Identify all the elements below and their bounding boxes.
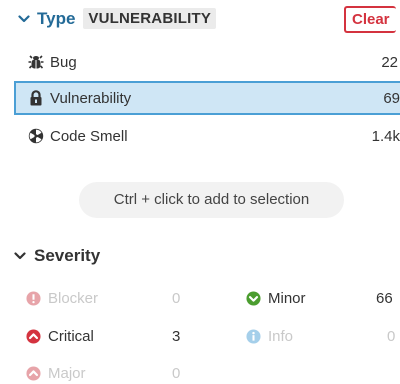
- info-icon: [246, 328, 268, 344]
- severity-facet-title: Severity: [34, 246, 101, 265]
- facet-item-code-smell[interactable]: Code Smell 1.4k: [14, 119, 400, 153]
- severity-count: 66: [376, 289, 393, 307]
- severity-item-info[interactable]: Info 0: [246, 325, 400, 347]
- severity-count: 0: [387, 327, 396, 345]
- major-icon: [26, 365, 48, 381]
- severity-item-major[interactable]: Major 0: [26, 362, 226, 384]
- severity-label: Minor: [268, 289, 306, 307]
- severity-label: Major: [48, 364, 86, 382]
- severity-label: Critical: [48, 327, 94, 345]
- critical-icon: [26, 328, 48, 344]
- facet-item-count: 1.4k: [371, 127, 400, 145]
- code-smell-icon: [28, 128, 50, 144]
- facet-item-bug[interactable]: Bug 22: [14, 45, 400, 79]
- severity-count: 0: [172, 289, 181, 307]
- severity-label: Info: [268, 327, 294, 345]
- clear-button[interactable]: Clear: [344, 6, 396, 33]
- severity-item-critical[interactable]: Critical 3: [26, 325, 226, 347]
- minor-icon: [246, 290, 268, 306]
- facet-item-count: 69: [383, 89, 400, 107]
- type-facet-title: Type: [37, 8, 76, 28]
- facet-item-vulnerability[interactable]: Vulnerability 69: [14, 81, 400, 115]
- severity-count: 0: [172, 364, 181, 382]
- selected-type-badge: VULNERABILITY: [83, 8, 217, 29]
- facet-item-count: 22: [381, 53, 398, 71]
- facet-item-label: Code Smell: [50, 127, 128, 145]
- chevron-down-icon: [14, 250, 26, 262]
- lock-icon: [28, 90, 50, 106]
- facet-item-label: Bug: [50, 53, 77, 71]
- severity-count: 3: [172, 327, 181, 345]
- severity-facet-header[interactable]: Severity: [14, 246, 100, 266]
- selection-hint: Ctrl + click to add to selection: [79, 182, 344, 218]
- severity-item-minor[interactable]: Minor 66: [246, 287, 400, 309]
- severity-item-blocker[interactable]: Blocker 0: [26, 287, 226, 309]
- bug-icon: [28, 54, 50, 70]
- severity-label: Blocker: [48, 289, 99, 307]
- chevron-down-icon: [18, 13, 30, 25]
- type-facet-header[interactable]: Type VULNERABILITY: [18, 8, 217, 29]
- blocker-icon: [26, 290, 48, 306]
- facet-item-label: Vulnerability: [50, 89, 132, 107]
